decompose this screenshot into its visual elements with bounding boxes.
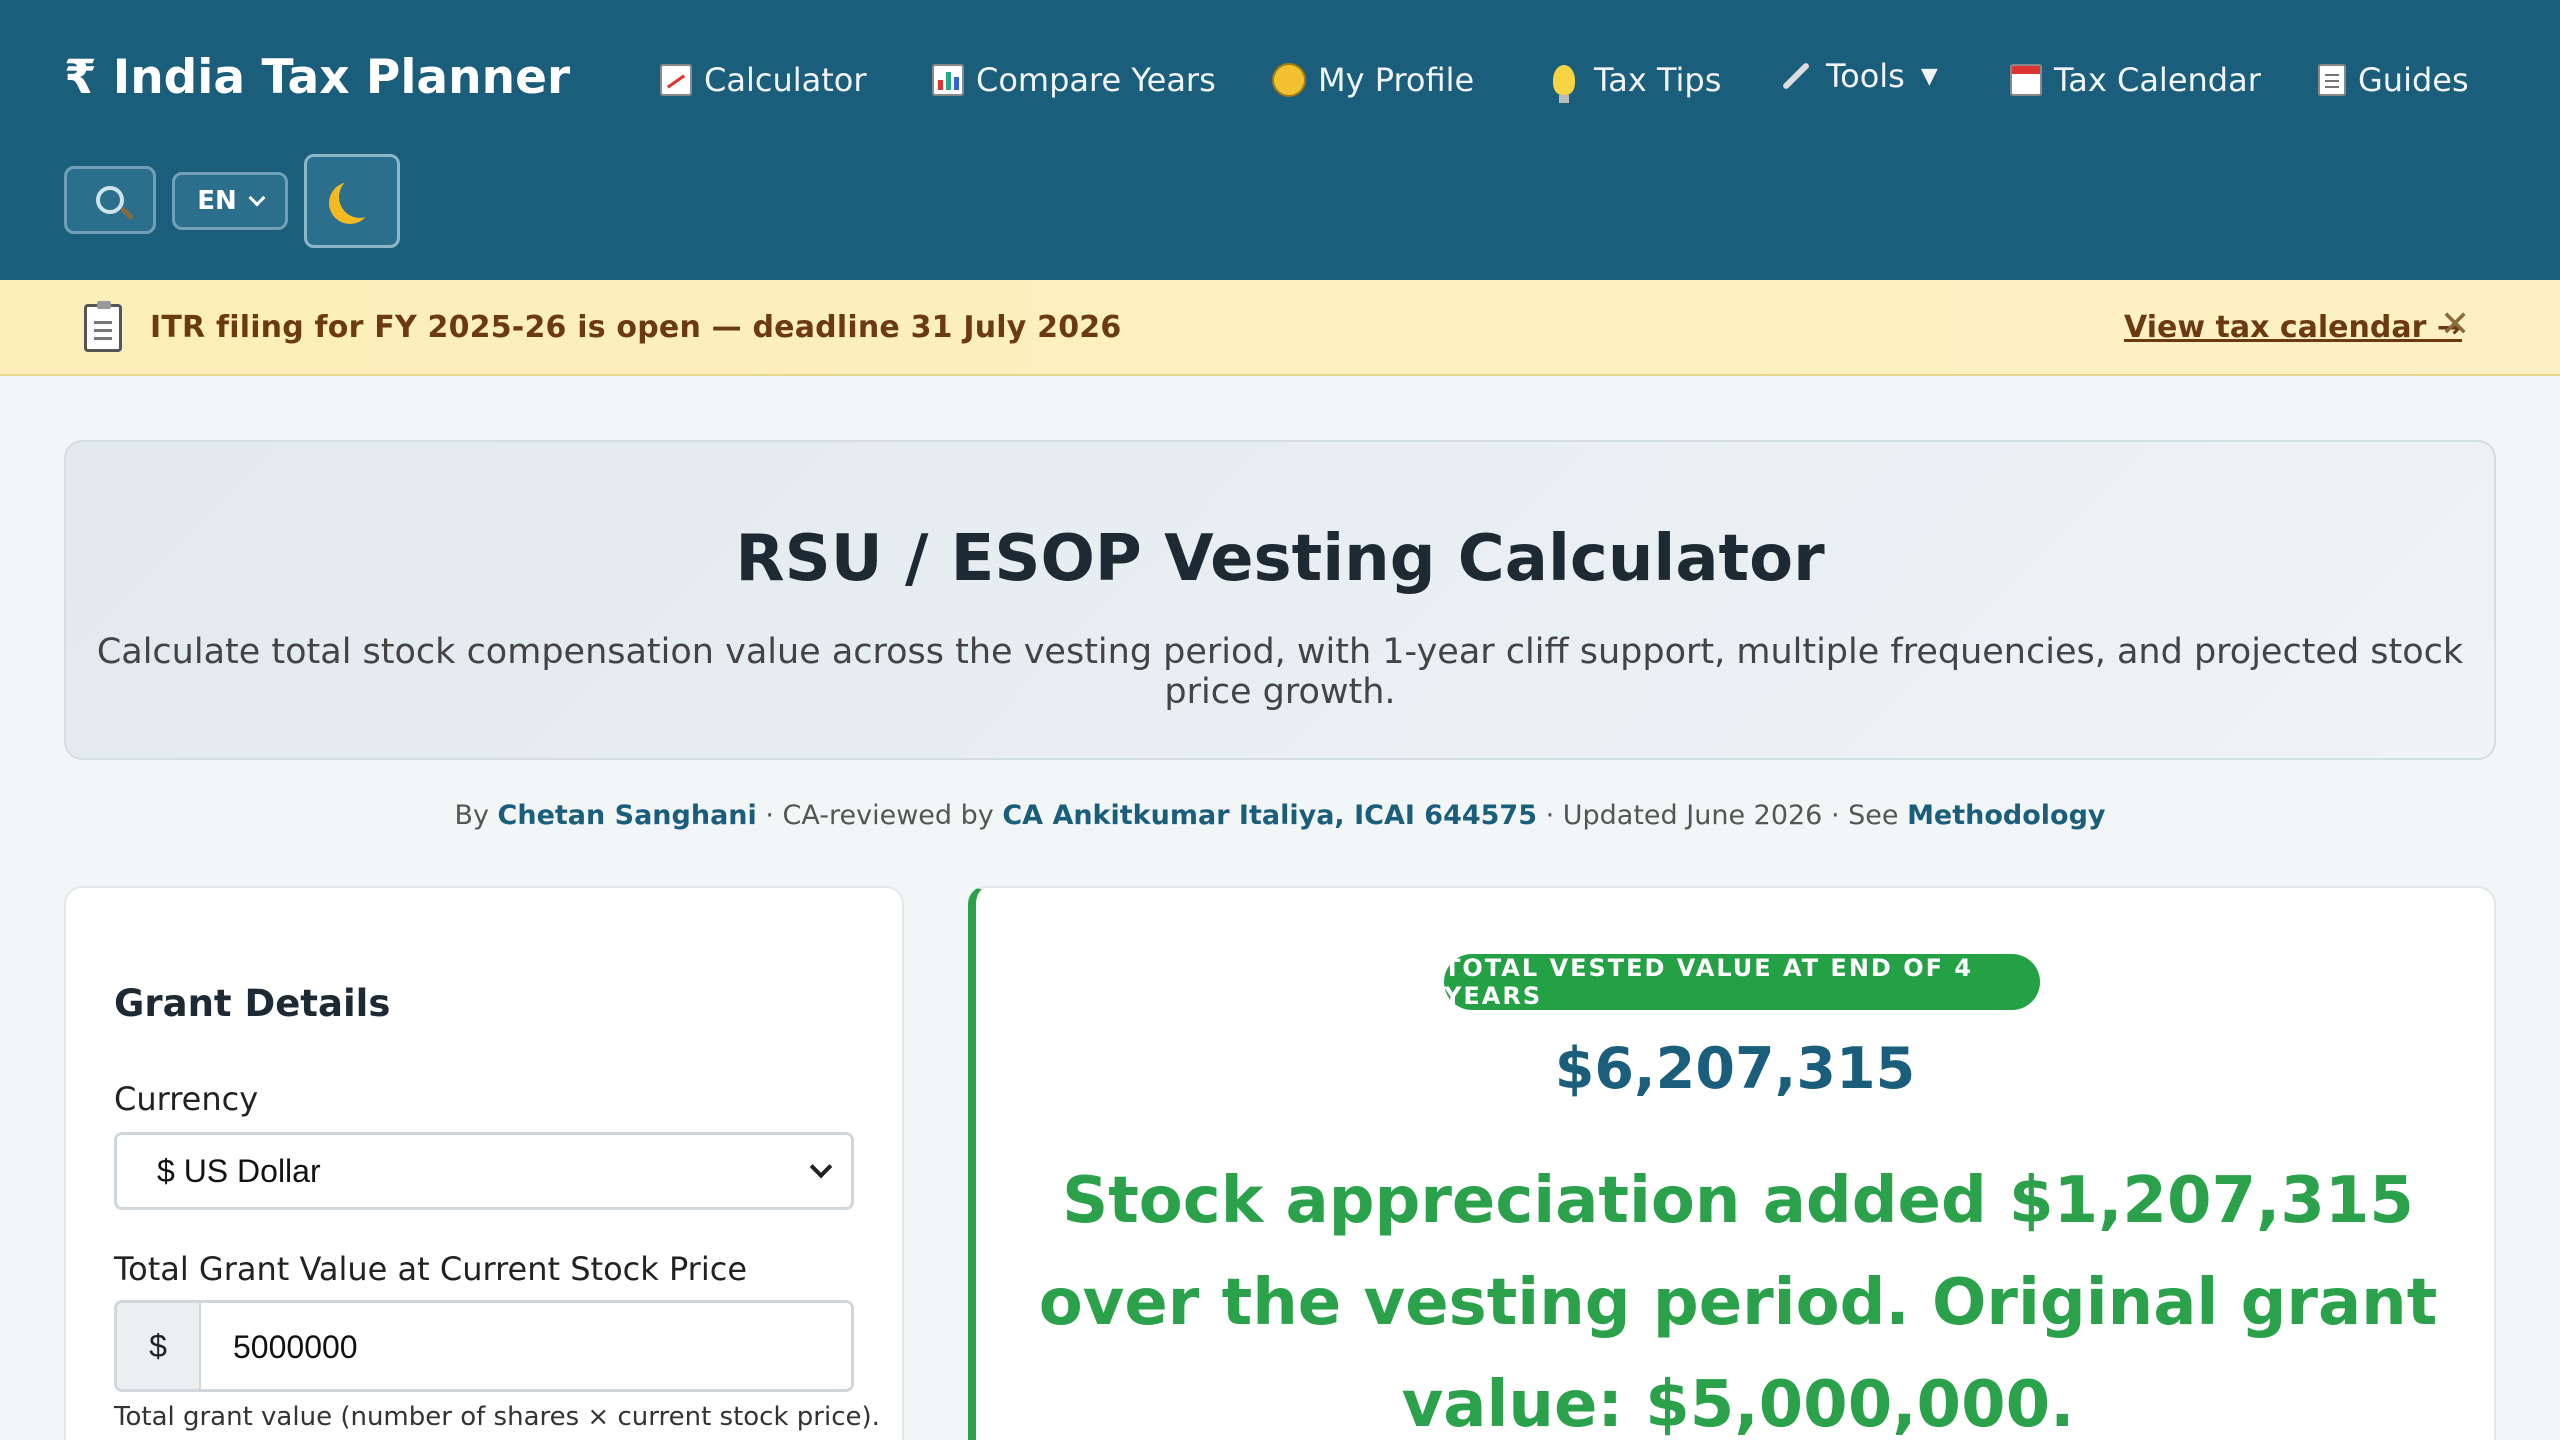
announcement-banner: ITR filing for FY 2025-26 is open — dead… — [0, 280, 2560, 376]
nav-item-calculator[interactable]: Calculator — [660, 52, 867, 108]
calendar-icon — [2010, 64, 2042, 96]
grant-value-field[interactable]: $ 5000000 — [114, 1300, 854, 1392]
search-button[interactable] — [64, 166, 156, 234]
author-link[interactable]: Chetan Sanghani — [498, 800, 757, 831]
currency-select[interactable]: $ US Dollar — [114, 1132, 854, 1210]
appreciation-summary: Stock appreciation added $1,207,315 over… — [1038, 1164, 2438, 1440]
nav-label: Tax Tips — [1594, 61, 1722, 99]
nav-label: My Profile — [1318, 61, 1475, 99]
grant-value-input[interactable]: 5000000 — [233, 1329, 358, 1366]
grant-value-label: Total Grant Value at Current Stock Price — [114, 1250, 747, 1288]
view-tax-calendar-link[interactable]: View tax calendar → — [2124, 310, 2462, 345]
total-vested-value: $6,207,315 — [1554, 1036, 1916, 1102]
language-value: EN — [197, 186, 237, 216]
section-title: Grant Details — [114, 982, 391, 1025]
currency-prefix: $ — [117, 1303, 201, 1389]
currency-label: Currency — [114, 1080, 259, 1118]
nav-item-tax-calendar[interactable]: Tax Calendar — [2010, 52, 2261, 108]
grant-details-card: Grant Details Currency $ US Dollar Total… — [64, 886, 904, 1440]
nav-item-tools[interactable]: Tools ▼ — [1778, 48, 1938, 104]
language-select[interactable]: EN — [172, 172, 288, 230]
banner-text: ITR filing for FY 2025-26 is open — dead… — [150, 310, 1122, 345]
nav-item-guides[interactable]: Guides — [2318, 52, 2469, 108]
nav-item-my-profile[interactable]: My Profile — [1272, 52, 1474, 108]
nav-item-compare-years[interactable]: Compare Years — [932, 52, 1216, 108]
chevron-down-icon — [248, 189, 266, 207]
hero-card: RSU / ESOP Vesting Calculator Calculate … — [64, 440, 2496, 760]
chevron-down-icon — [809, 1155, 833, 1179]
nav-label: Tools — [1826, 57, 1905, 95]
byline-updated: · Updated June 2026 · See — [1537, 800, 1908, 831]
byline-reviewed: · CA-reviewed by — [756, 800, 1003, 831]
bar-chart-icon — [932, 64, 964, 96]
close-icon[interactable]: ✕ — [2440, 304, 2470, 345]
nav-label: Tax Calendar — [2054, 61, 2261, 99]
moon-icon — [339, 176, 381, 218]
results-card: TOTAL VESTED VALUE AT END OF 4 YEARS $6,… — [968, 886, 2496, 1440]
nav-label: Guides — [2358, 61, 2469, 99]
wrench-icon — [1778, 58, 1814, 94]
light-bulb-icon — [1546, 62, 1582, 103]
main-nav: Calculator Compare Years My Profile Tax … — [0, 52, 2560, 112]
currency-value: $ US Dollar — [157, 1152, 321, 1189]
memo-icon — [2318, 64, 2346, 96]
chart-increasing-icon — [660, 64, 692, 96]
face-icon — [1272, 63, 1306, 97]
page-subtitle: Calculate total stock compensation value… — [96, 632, 2464, 712]
chevron-down-icon: ▼ — [1920, 63, 1938, 89]
nav-label: Calculator — [704, 61, 867, 99]
methodology-link[interactable]: Methodology — [1907, 800, 2105, 831]
grant-value-help: Total grant value (number of shares × cu… — [114, 1402, 880, 1432]
search-icon — [96, 186, 124, 214]
theme-toggle-button[interactable] — [304, 154, 400, 248]
reviewer-link[interactable]: CA Ankitkumar Italiya, ICAI 644575 — [1002, 800, 1537, 831]
site-header: ₹ India Tax Planner Calculator Compare Y… — [0, 0, 2560, 280]
total-vested-badge: TOTAL VESTED VALUE AT END OF 4 YEARS — [1444, 954, 2040, 1010]
nav-item-tax-tips[interactable]: Tax Tips — [1546, 52, 1721, 108]
byline: By Chetan Sanghani · CA-reviewed by CA A… — [0, 800, 2560, 831]
clipboard-icon — [84, 301, 122, 352]
nav-label: Compare Years — [976, 61, 1216, 99]
byline-by: By — [454, 800, 498, 831]
page-title: RSU / ESOP Vesting Calculator — [735, 522, 1825, 596]
